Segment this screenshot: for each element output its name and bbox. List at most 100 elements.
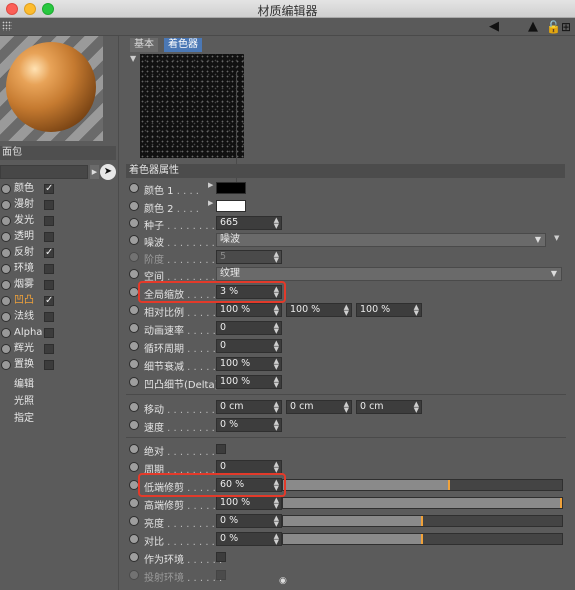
channel-checkbox[interactable] xyxy=(44,216,54,226)
channel-checkbox[interactable]: ✓ xyxy=(44,248,54,258)
spinner-icon[interactable]: ▲ ▼ xyxy=(344,304,349,317)
spinner-icon[interactable]: ▲ ▼ xyxy=(274,419,279,432)
anim-radio[interactable] xyxy=(129,516,139,526)
spinner-icon[interactable]: ▲ ▼ xyxy=(274,304,279,317)
brightness-slider[interactable] xyxy=(282,515,563,527)
channel-checkbox[interactable] xyxy=(44,312,54,322)
resize-grip-icon[interactable]: ◉ xyxy=(279,576,287,586)
channel-glow[interactable]: 辉光 xyxy=(0,341,118,357)
channel-color[interactable]: 颜色 ✓ xyxy=(0,181,118,197)
channel-checkbox[interactable] xyxy=(44,232,54,242)
channel-diffusion[interactable]: 漫射 xyxy=(0,197,118,213)
anim-radio[interactable] xyxy=(129,402,139,412)
anim-radio[interactable] xyxy=(129,420,139,430)
channel-normal[interactable]: 法线 xyxy=(0,309,118,325)
sub-item-assign[interactable]: 指定 xyxy=(14,411,114,427)
slider-handle[interactable] xyxy=(421,534,423,544)
anim-speed-field[interactable]: 0 ▲ ▼ xyxy=(216,321,282,335)
cursor-icon[interactable]: ▲ xyxy=(528,19,538,35)
material-name[interactable]: 面包 xyxy=(0,146,116,160)
channel-radio[interactable] xyxy=(1,280,11,290)
anim-radio[interactable] xyxy=(129,462,139,472)
channel-checkbox[interactable] xyxy=(44,200,54,210)
channel-radio[interactable] xyxy=(1,184,11,194)
anim-radio[interactable] xyxy=(129,377,139,387)
loop-period-field[interactable]: 0 ▲ ▼ xyxy=(216,339,282,353)
absolute-checkbox[interactable] xyxy=(216,444,226,454)
channel-fog[interactable]: 烟雾 xyxy=(0,277,118,293)
slider-handle[interactable] xyxy=(448,480,450,490)
move-x-field[interactable]: 0 cm ▲ ▼ xyxy=(216,400,282,414)
channel-alpha[interactable]: Alpha xyxy=(0,325,118,341)
expand-arrow-icon[interactable]: ▶ xyxy=(208,181,213,189)
move-z-field[interactable]: 0 cm ▲ ▼ xyxy=(356,400,422,414)
channel-radio[interactable] xyxy=(1,216,11,226)
spinner-icon[interactable]: ▲ ▼ xyxy=(274,515,279,528)
color2-swatch[interactable] xyxy=(216,200,246,212)
relative-scale-z-field[interactable]: 100 % ▲ ▼ xyxy=(356,303,422,317)
channel-radio[interactable] xyxy=(1,312,11,322)
anim-radio[interactable] xyxy=(129,323,139,333)
spinner-icon[interactable]: ▲ ▼ xyxy=(274,533,279,546)
seed-field[interactable]: 665 ▲ ▼ xyxy=(216,216,282,230)
tab-basic[interactable]: 基本 xyxy=(130,38,158,52)
anim-radio[interactable] xyxy=(129,218,139,228)
channel-radio[interactable] xyxy=(1,264,11,274)
channel-checkbox[interactable] xyxy=(44,360,54,370)
spinner-icon[interactable]: ▲ ▼ xyxy=(274,376,279,389)
anim-radio[interactable] xyxy=(129,359,139,369)
channel-transparency[interactable]: 透明 xyxy=(0,229,118,245)
channel-radio[interactable] xyxy=(1,248,11,258)
channel-bump[interactable]: 凹凸 ✓ xyxy=(0,293,118,309)
spinner-icon[interactable]: ▲ ▼ xyxy=(274,217,279,230)
spinner-icon[interactable]: ▲ ▼ xyxy=(414,401,419,414)
channel-checkbox[interactable] xyxy=(44,280,54,290)
sub-item-edit[interactable]: 编辑 xyxy=(14,377,114,393)
material-preview[interactable] xyxy=(0,36,103,141)
brightness-field[interactable]: 0 % ▲ ▼ xyxy=(216,514,282,528)
color1-swatch[interactable] xyxy=(216,182,246,194)
move-y-field[interactable]: 0 cm ▲ ▼ xyxy=(286,400,352,414)
back-arrow-icon[interactable]: ◀ xyxy=(489,19,499,35)
high-clip-slider[interactable] xyxy=(282,497,563,509)
contrast-slider[interactable] xyxy=(282,533,563,545)
relative-scale-y-field[interactable]: 100 % ▲ ▼ xyxy=(286,303,352,317)
low-clip-slider[interactable] xyxy=(282,479,563,491)
channel-checkbox[interactable]: ✓ xyxy=(44,296,54,306)
spinner-icon[interactable]: ▲ ▼ xyxy=(274,401,279,414)
anim-radio[interactable] xyxy=(129,534,139,544)
grid-icon[interactable] xyxy=(2,21,12,31)
collapse-arrow-icon[interactable]: ▼ xyxy=(130,54,136,63)
anim-radio[interactable] xyxy=(129,183,139,193)
lock-icon[interactable]: 🔓 xyxy=(546,19,561,35)
channel-radio[interactable] xyxy=(1,296,11,306)
spinner-icon[interactable]: ▲ ▼ xyxy=(274,461,279,474)
anim-radio[interactable] xyxy=(129,498,139,508)
relative-scale-x-field[interactable]: 100 % ▲ ▼ xyxy=(216,303,282,317)
channel-radio[interactable] xyxy=(1,344,11,354)
spinner-icon[interactable]: ▲ ▼ xyxy=(344,401,349,414)
channel-radio[interactable] xyxy=(1,200,11,210)
channel-checkbox[interactable] xyxy=(44,264,54,274)
contrast-field[interactable]: 0 % ▲ ▼ xyxy=(216,532,282,546)
channel-checkbox[interactable] xyxy=(44,344,54,354)
tab-shader[interactable]: 着色器 xyxy=(164,38,202,52)
channel-reflectance[interactable]: 反射 ✓ xyxy=(0,245,118,261)
slider-handle[interactable] xyxy=(560,498,562,508)
expand-arrow-icon[interactable]: ▶ xyxy=(208,199,213,207)
sub-item-illumination[interactable]: 光照 xyxy=(14,394,114,410)
anim-radio[interactable] xyxy=(129,341,139,351)
spinner-icon[interactable]: ▲ ▼ xyxy=(274,322,279,335)
channel-environment[interactable]: 环境 xyxy=(0,261,118,277)
anim-radio[interactable] xyxy=(129,552,139,562)
channel-checkbox[interactable] xyxy=(44,328,54,338)
channel-displacement[interactable]: 置换 xyxy=(0,357,118,373)
speed-field[interactable]: 0 % ▲ ▼ xyxy=(216,418,282,432)
detail-atten-field[interactable]: 100 % ▲ ▼ xyxy=(216,357,282,371)
spinner-icon[interactable]: ▲ ▼ xyxy=(274,497,279,510)
preview-toggle-icon[interactable]: ▼ xyxy=(554,234,559,242)
anim-radio[interactable] xyxy=(129,235,139,245)
anim-radio[interactable] xyxy=(129,444,139,454)
anim-radio[interactable] xyxy=(129,201,139,211)
space-dropdown[interactable]: 纹理 ▼ xyxy=(216,267,562,281)
